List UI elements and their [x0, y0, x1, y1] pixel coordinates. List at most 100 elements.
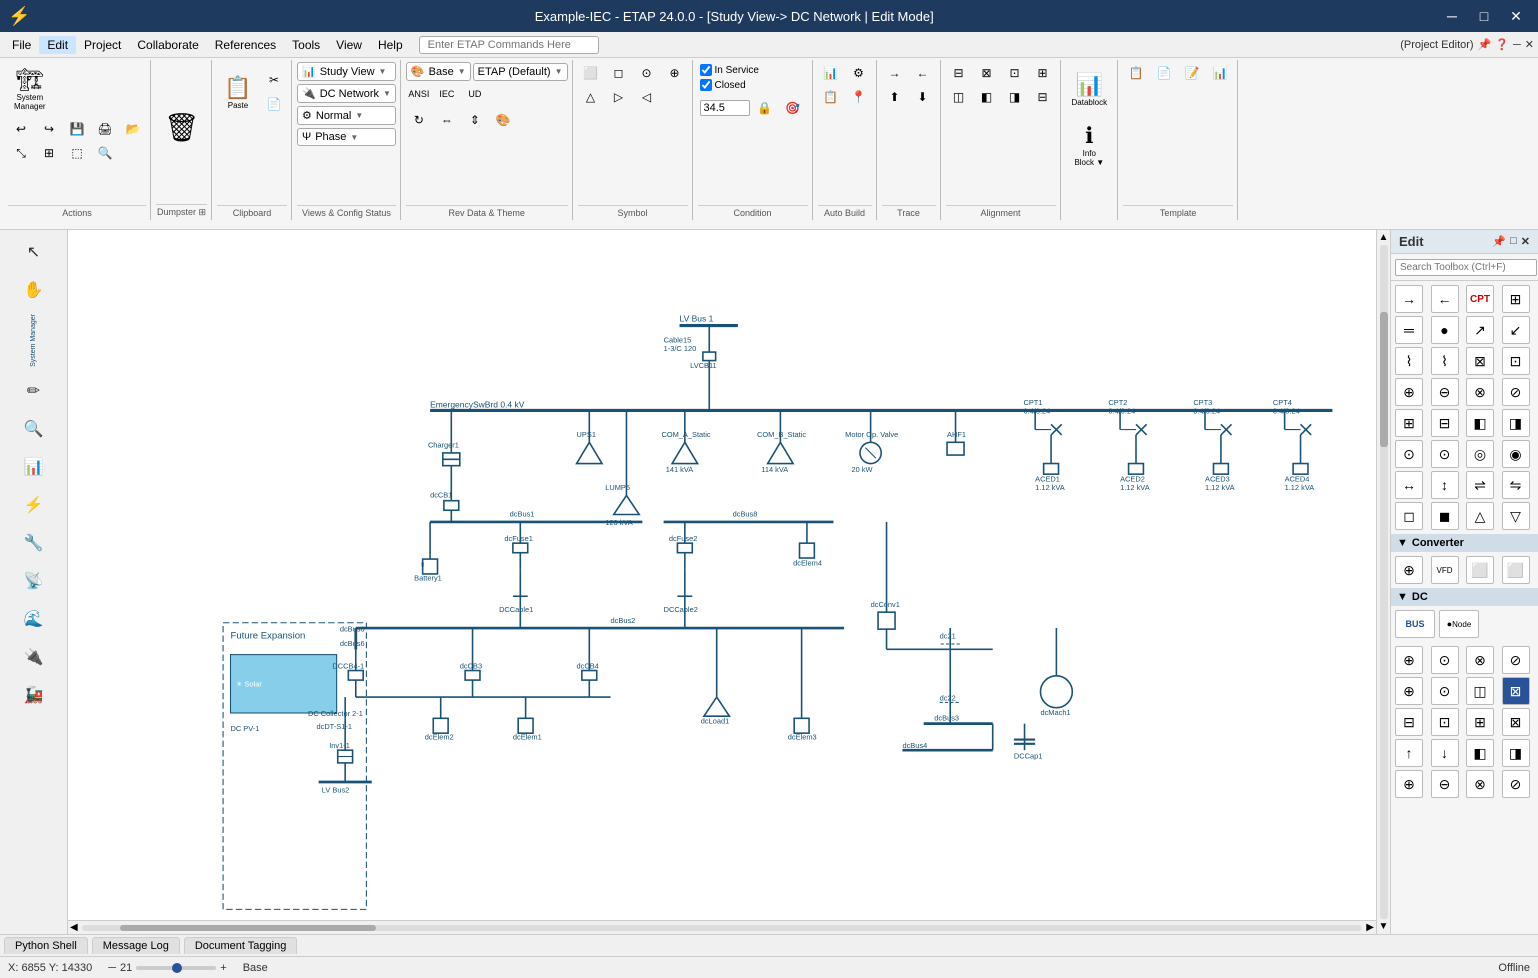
align-btn-7[interactable]: ◨ — [1002, 86, 1028, 108]
grid-icon-d3[interactable]: △ — [1466, 502, 1494, 530]
sidebar-tool-5[interactable]: 🌊 — [16, 601, 52, 637]
tab-python-shell[interactable]: Python Shell — [4, 937, 88, 954]
menu-collaborate[interactable]: Collaborate — [129, 36, 206, 54]
phase-dropdown[interactable]: Ψ Phase ▼ — [297, 128, 396, 146]
dc-icon-8[interactable]: ⊠ — [1502, 677, 1530, 705]
dc-section-header[interactable]: ▼ DC — [1391, 588, 1538, 606]
redo-btn[interactable]: ↪ — [36, 118, 62, 140]
paste-btn[interactable]: 📋 Paste — [217, 62, 259, 122]
minimize-panel-icon[interactable]: ─ — [1513, 39, 1521, 51]
menu-references[interactable]: References — [207, 36, 284, 54]
print-btn[interactable]: 🖨 — [92, 118, 118, 140]
dc-icon-20[interactable]: ⊘ — [1502, 770, 1530, 798]
grid-icon-arrow2[interactable]: ↗ — [1466, 316, 1494, 344]
menu-file[interactable]: File — [4, 36, 39, 54]
closed-checkbox[interactable] — [700, 79, 712, 91]
dc-icon-16[interactable]: ◨ — [1502, 739, 1530, 767]
scroll-thumb-v[interactable] — [1380, 312, 1388, 447]
grid-icon-arrow-left[interactable]: ← — [1431, 285, 1459, 313]
rotate-cw-btn[interactable]: ↻ — [406, 109, 432, 131]
align-btn-5[interactable]: ◫ — [946, 86, 972, 108]
grid-icon-rect[interactable]: ⊞ — [1502, 285, 1530, 313]
grid-icon-grid1[interactable]: ⊠ — [1466, 347, 1494, 375]
sym-btn-4[interactable]: ⊕ — [662, 62, 688, 84]
dc-icon-5[interactable]: ⊕ — [1395, 677, 1423, 705]
menu-view[interactable]: View — [328, 36, 370, 54]
grid-icon-a3[interactable]: ◧ — [1466, 409, 1494, 437]
scroll-up-btn[interactable]: ▲ — [1379, 232, 1389, 243]
ab-btn-1[interactable]: 📊 — [818, 62, 844, 84]
edit-panel-pin[interactable]: 📌 — [1492, 235, 1506, 248]
cut-btn[interactable]: ✂ — [261, 69, 287, 91]
theme-btn[interactable]: 🎨 — [490, 109, 516, 131]
tmpl-btn-4[interactable]: 📊 — [1207, 62, 1233, 84]
condition-lock-btn[interactable]: 🔒 — [752, 97, 778, 119]
conv-icon-4[interactable]: ⬜ — [1502, 556, 1530, 584]
search-btn[interactable]: 🔍 — [92, 142, 118, 164]
scroll-thumb-h[interactable] — [120, 925, 376, 931]
dumpster-btn[interactable]: 🗑 — [156, 62, 207, 192]
canvas-area[interactable]: Future Expansion ☀ Solar DC PV-1 Emergen… — [68, 230, 1376, 920]
trace-btn-1[interactable]: → — [882, 62, 908, 84]
sym-btn-3[interactable]: ⊙ — [634, 62, 660, 84]
grid-icon-c4[interactable]: ⇋ — [1502, 471, 1530, 499]
dc-icon-18[interactable]: ⊖ — [1431, 770, 1459, 798]
dc-icon-1[interactable]: ⊕ — [1395, 646, 1423, 674]
dc-icon-10[interactable]: ⊡ — [1431, 708, 1459, 736]
copy-btn[interactable]: 📄 — [261, 93, 287, 115]
etap-default-dropdown[interactable]: ETAP (Default) ▼ — [473, 63, 568, 81]
dc-icon-13[interactable]: ↑ — [1395, 739, 1423, 767]
conv-icon-1[interactable]: ⊕ — [1395, 556, 1423, 584]
zoom-thumb[interactable] — [172, 963, 182, 973]
ab-btn-4[interactable]: 📍 — [846, 86, 872, 108]
scroll-track-v[interactable] — [1380, 245, 1388, 919]
toolbox-search[interactable] — [1395, 259, 1537, 276]
dc-icon-9[interactable]: ⊟ — [1395, 708, 1423, 736]
sym-btn-6[interactable]: ▷ — [606, 86, 632, 108]
grid-icon-b4[interactable]: ◉ — [1502, 440, 1530, 468]
command-search[interactable] — [419, 36, 599, 54]
system-manager-btn[interactable]: 🏗 SystemManager — [8, 62, 52, 116]
minimize-button[interactable]: ─ — [1438, 6, 1466, 26]
menu-tools[interactable]: Tools — [284, 36, 328, 54]
grid-icon-x1[interactable]: ⊗ — [1466, 378, 1494, 406]
grid-icon-cpt[interactable]: CPT — [1466, 285, 1494, 313]
infoblock-btn[interactable]: ℹ InfoBlock ▼ — [1066, 118, 1114, 172]
dc-icon-14[interactable]: ↓ — [1431, 739, 1459, 767]
sym-btn-7[interactable]: ◁ — [634, 86, 660, 108]
sym-btn-1[interactable]: ⬜ — [578, 62, 604, 84]
trace-btn-4[interactable]: ⬇ — [910, 86, 936, 108]
maximize-button[interactable]: □ — [1470, 6, 1498, 26]
grid-icon-c3[interactable]: ⇌ — [1466, 471, 1494, 499]
sidebar-tool-4[interactable]: 📡 — [16, 563, 52, 599]
align-btn-6[interactable]: ◧ — [974, 86, 1000, 108]
tmpl-btn-1[interactable]: 📋 — [1123, 62, 1149, 84]
sidebar-zoom[interactable]: 🔍 — [16, 411, 52, 447]
in-service-checkbox[interactable] — [700, 64, 712, 76]
dc-icon-19[interactable]: ⊗ — [1466, 770, 1494, 798]
dc-icon-7[interactable]: ◫ — [1466, 677, 1494, 705]
condition-target-btn[interactable]: 🎯 — [780, 97, 806, 119]
horizontal-scrollbar[interactable]: ◀ ▶ — [68, 920, 1376, 934]
grid-icon-x2[interactable]: ⊘ — [1502, 378, 1530, 406]
grid-icon-minus[interactable]: ⊖ — [1431, 378, 1459, 406]
base-dropdown[interactable]: 🎨 Base ▼ — [406, 62, 471, 81]
align-btn-4[interactable]: ⊞ — [1030, 62, 1056, 84]
trace-btn-2[interactable]: ← — [910, 62, 936, 84]
sidebar-pan[interactable]: ✋ — [16, 272, 52, 308]
undo-btn[interactable]: ↩ — [8, 118, 34, 140]
menu-project[interactable]: Project — [76, 36, 129, 54]
grid-icon-wave2[interactable]: ⌇ — [1431, 347, 1459, 375]
in-service-check[interactable]: In Service — [700, 64, 806, 76]
sidebar-tool-7[interactable]: 🚂 — [16, 677, 52, 713]
grid-icon-d2[interactable]: ◼ — [1431, 502, 1459, 530]
tmpl-btn-3[interactable]: 📝 — [1179, 62, 1205, 84]
open-btn[interactable]: 📂 — [120, 118, 146, 140]
conv-icon-vfd[interactable]: VFD — [1431, 556, 1459, 584]
flip-h-btn[interactable]: ⇔ — [434, 109, 460, 131]
sym-btn-2[interactable]: ◻ — [606, 62, 632, 84]
sidebar-tool-1[interactable]: 📊 — [16, 449, 52, 485]
grid-icon-a2[interactable]: ⊟ — [1431, 409, 1459, 437]
align-btn-1[interactable]: ⊟ — [946, 62, 972, 84]
dc-icon-6[interactable]: ⊙ — [1431, 677, 1459, 705]
